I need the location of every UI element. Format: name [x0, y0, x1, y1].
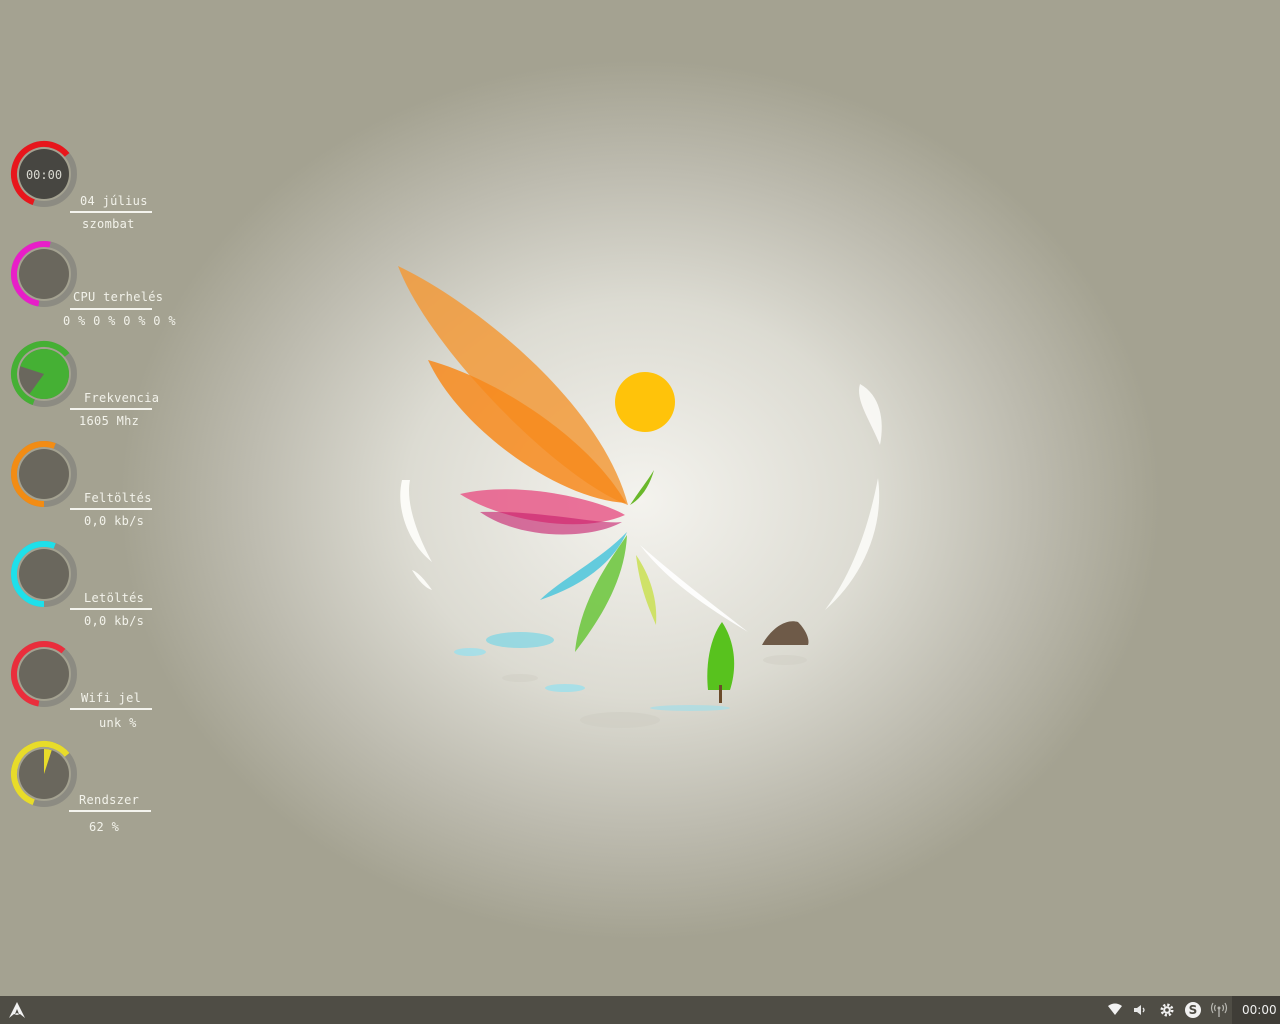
network-antenna-icon	[1210, 1002, 1228, 1017]
frequency-label: Frekvencia	[84, 391, 160, 405]
system-underline	[69, 810, 151, 812]
wifi-label: Wifi jel	[81, 691, 142, 705]
wifi-tray-button[interactable]	[1106, 1001, 1124, 1019]
arch-logo-icon	[9, 1002, 25, 1018]
upload-value: 0,0 kb/s	[84, 514, 145, 528]
svg-text:S: S	[1189, 1003, 1198, 1017]
skype-icon: S	[1185, 1002, 1201, 1018]
cpu-underline	[70, 308, 152, 310]
clock-time: 00:00	[26, 168, 62, 182]
settings-gear-icon	[1160, 1003, 1174, 1017]
cpu-label: CPU terhelés	[73, 290, 164, 304]
network-tray-button[interactable]	[1210, 1001, 1228, 1019]
wifi-underline	[70, 708, 152, 710]
system-value: 62 %	[89, 820, 120, 834]
download-gauge	[11, 541, 77, 607]
settings-tray-button[interactable]	[1158, 1001, 1176, 1019]
frequency-gauge	[11, 341, 77, 407]
wallpaper-art	[398, 266, 882, 728]
system-label: Rendszer	[79, 793, 140, 807]
cpu-widget: CPU terhelés 0 % 0 % 0 % 0 %	[10, 240, 180, 336]
cpu-value: 0 % 0 % 0 % 0 %	[63, 314, 176, 328]
skype-tray-button[interactable]: S	[1184, 1001, 1202, 1019]
download-label: Letöltés	[84, 591, 145, 605]
desktop: 00:00 04 július szombat CPU terhelés 0 %…	[0, 0, 1280, 996]
wifi-icon	[1108, 1003, 1122, 1015]
frequency-value: 1605 Mhz	[79, 414, 140, 428]
clock-day: szombat	[82, 217, 135, 231]
clock-widget: 00:00 04 július szombat	[10, 140, 180, 236]
upload-label: Feltöltés	[84, 491, 152, 505]
cpu-gauge	[11, 241, 77, 307]
clock-gauge: 00:00	[11, 141, 77, 207]
volume-tray-button[interactable]	[1132, 1001, 1150, 1019]
system-gauge	[11, 741, 77, 807]
wifi-value: unk %	[99, 716, 137, 730]
upload-gauge	[11, 441, 77, 507]
download-underline	[70, 608, 152, 610]
upload-underline	[70, 508, 152, 510]
clock-underline	[70, 211, 152, 213]
download-widget: Letöltés 0,0 kb/s	[10, 540, 180, 636]
wifi-gauge	[11, 641, 77, 707]
upload-widget: Feltöltés 0,0 kb/s	[10, 440, 180, 536]
volume-icon	[1134, 1005, 1145, 1015]
system-widget: Rendszer 62 %	[10, 740, 180, 836]
taskbar: S 00:00	[0, 996, 1280, 1024]
frequency-underline	[70, 408, 152, 410]
start-menu-button[interactable]	[6, 1000, 28, 1020]
taskbar-clock[interactable]: 00:00	[1242, 1003, 1277, 1017]
download-value: 0,0 kb/s	[84, 614, 145, 628]
frequency-widget: Frekvencia 1605 Mhz	[10, 340, 180, 436]
clock-date: 04 július	[80, 194, 148, 208]
wifi-widget: Wifi jel unk %	[10, 640, 180, 736]
